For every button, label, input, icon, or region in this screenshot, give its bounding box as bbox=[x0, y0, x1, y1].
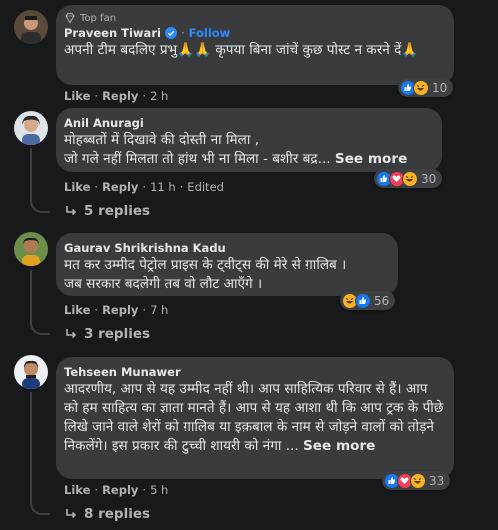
thread-connector-curve bbox=[30, 317, 50, 335]
avatar[interactable] bbox=[14, 232, 48, 266]
reaction-summary[interactable]: 30 bbox=[374, 169, 443, 188]
like-button[interactable]: Like bbox=[64, 483, 90, 497]
reply-button[interactable]: Reply bbox=[102, 303, 138, 317]
edited-label[interactable]: Edited bbox=[187, 180, 224, 194]
avatar[interactable] bbox=[14, 10, 48, 44]
avatar[interactable] bbox=[14, 111, 48, 145]
view-replies-button[interactable]: 5 replies bbox=[64, 203, 150, 219]
separator-dot: · bbox=[180, 26, 185, 40]
comment-actions: Like · Reply · 11 h · Edited bbox=[64, 180, 224, 194]
commenter-name[interactable]: Gaurav Shrikrishna Kadu bbox=[64, 241, 226, 255]
reply-button[interactable]: Reply bbox=[102, 89, 138, 103]
verified-check-icon bbox=[164, 27, 177, 39]
separator-dot: · bbox=[94, 180, 99, 194]
reply-button[interactable]: Reply bbox=[102, 483, 138, 497]
timestamp[interactable]: 11 h bbox=[150, 180, 176, 194]
comment-text: मोहब्बतों में दिखावे की दोस्ती ना मिला ,… bbox=[64, 131, 432, 169]
diamond-badge-icon bbox=[65, 13, 75, 24]
reaction-count: 56 bbox=[374, 293, 390, 308]
separator-dot: · bbox=[142, 303, 147, 317]
comment-bubble: Gaurav Shrikrishna Kadu मत कर उम्मीद पेट… bbox=[56, 233, 398, 296]
separator-dot: · bbox=[94, 483, 99, 497]
separator-dot: · bbox=[142, 483, 147, 497]
follow-button[interactable]: Follow bbox=[189, 26, 231, 40]
haha-reaction-icon bbox=[413, 79, 429, 96]
separator-dot: · bbox=[142, 180, 147, 194]
comment-text: मत कर उम्मीद पेट्रोल प्राइस के ट्वीट्स क… bbox=[64, 257, 347, 292]
reaction-count: 30 bbox=[421, 171, 437, 186]
view-replies-button[interactable]: 8 replies bbox=[64, 506, 150, 522]
comment-actions: Like · Reply · 7 h bbox=[64, 303, 168, 317]
thread-connector-curve bbox=[30, 497, 50, 515]
reaction-summary[interactable]: 56 bbox=[340, 291, 396, 310]
like-button[interactable]: Like bbox=[64, 303, 90, 317]
timestamp[interactable]: 2 h bbox=[150, 89, 168, 103]
replies-count: 5 replies bbox=[84, 203, 151, 219]
separator-dot: · bbox=[142, 89, 147, 103]
avatar[interactable] bbox=[14, 355, 48, 389]
comment-text: अपनी टीम बदलिए प्रभु🙏🙏 कृपया बिना जांचें… bbox=[64, 42, 419, 58]
reply-arrow-icon bbox=[66, 206, 77, 216]
reaction-count: 33 bbox=[429, 473, 445, 488]
top-fan-label: Top fan bbox=[80, 12, 117, 24]
comment-actions: Like · Reply · 2 h bbox=[64, 89, 168, 103]
timestamp[interactable]: 7 h bbox=[150, 303, 168, 317]
commenter-name[interactable]: Anil Anuragi bbox=[64, 116, 144, 130]
thread-connector-curve bbox=[30, 195, 50, 213]
like-button[interactable]: Like bbox=[64, 89, 90, 103]
reply-button[interactable]: Reply bbox=[102, 180, 138, 194]
haha-reaction-icon bbox=[402, 170, 418, 187]
reaction-summary[interactable]: 10 bbox=[398, 78, 454, 97]
reaction-count: 10 bbox=[432, 80, 448, 95]
top-fan-badge: Top fan bbox=[64, 12, 444, 24]
comment-text: आदरणीय, आप से यह उम्मीद नहीं थी। आप साहि… bbox=[64, 380, 444, 456]
comment-bubble: Anil Anuragi मोहब्बतों में दिखावे की दोस… bbox=[56, 108, 442, 172]
comment-text-content: मोहब्बतों में दिखावे की दोस्ती ना मिला ,… bbox=[64, 132, 331, 167]
timestamp[interactable]: 5 h bbox=[150, 483, 168, 497]
comment-bubble: Top fan Praveen Tiwari · Follow अपनी टीम… bbox=[56, 5, 454, 85]
separator-dot: · bbox=[94, 89, 99, 103]
separator-dot: · bbox=[94, 303, 99, 317]
commenter-name[interactable]: Tehseen Munawer bbox=[64, 365, 181, 379]
reaction-summary[interactable]: 33 bbox=[382, 471, 451, 490]
thread-connector bbox=[30, 148, 32, 196]
like-button[interactable]: Like bbox=[64, 180, 90, 194]
replies-count: 8 replies bbox=[84, 506, 151, 522]
reply-arrow-icon bbox=[66, 329, 77, 339]
haha-reaction-icon bbox=[410, 472, 426, 489]
view-replies-button[interactable]: 3 replies bbox=[64, 326, 150, 342]
separator-dot: · bbox=[179, 180, 184, 194]
comment-text-content: आदरणीय, आप से यह उम्मीद नहीं थी। आप साहि… bbox=[64, 381, 448, 454]
see-more-link[interactable]: See more bbox=[303, 438, 375, 454]
comment-actions: Like · Reply · 5 h bbox=[64, 483, 168, 497]
replies-count: 3 replies bbox=[84, 326, 151, 342]
reply-arrow-icon bbox=[66, 509, 77, 519]
like-reaction-icon bbox=[355, 292, 371, 309]
comment-bubble: Tehseen Munawer आदरणीय, आप से यह उम्मीद … bbox=[56, 357, 454, 479]
thread-connector bbox=[30, 392, 32, 498]
commenter-name[interactable]: Praveen Tiwari bbox=[64, 26, 161, 40]
see-more-link[interactable]: See more bbox=[335, 151, 407, 167]
thread-connector bbox=[30, 270, 32, 318]
